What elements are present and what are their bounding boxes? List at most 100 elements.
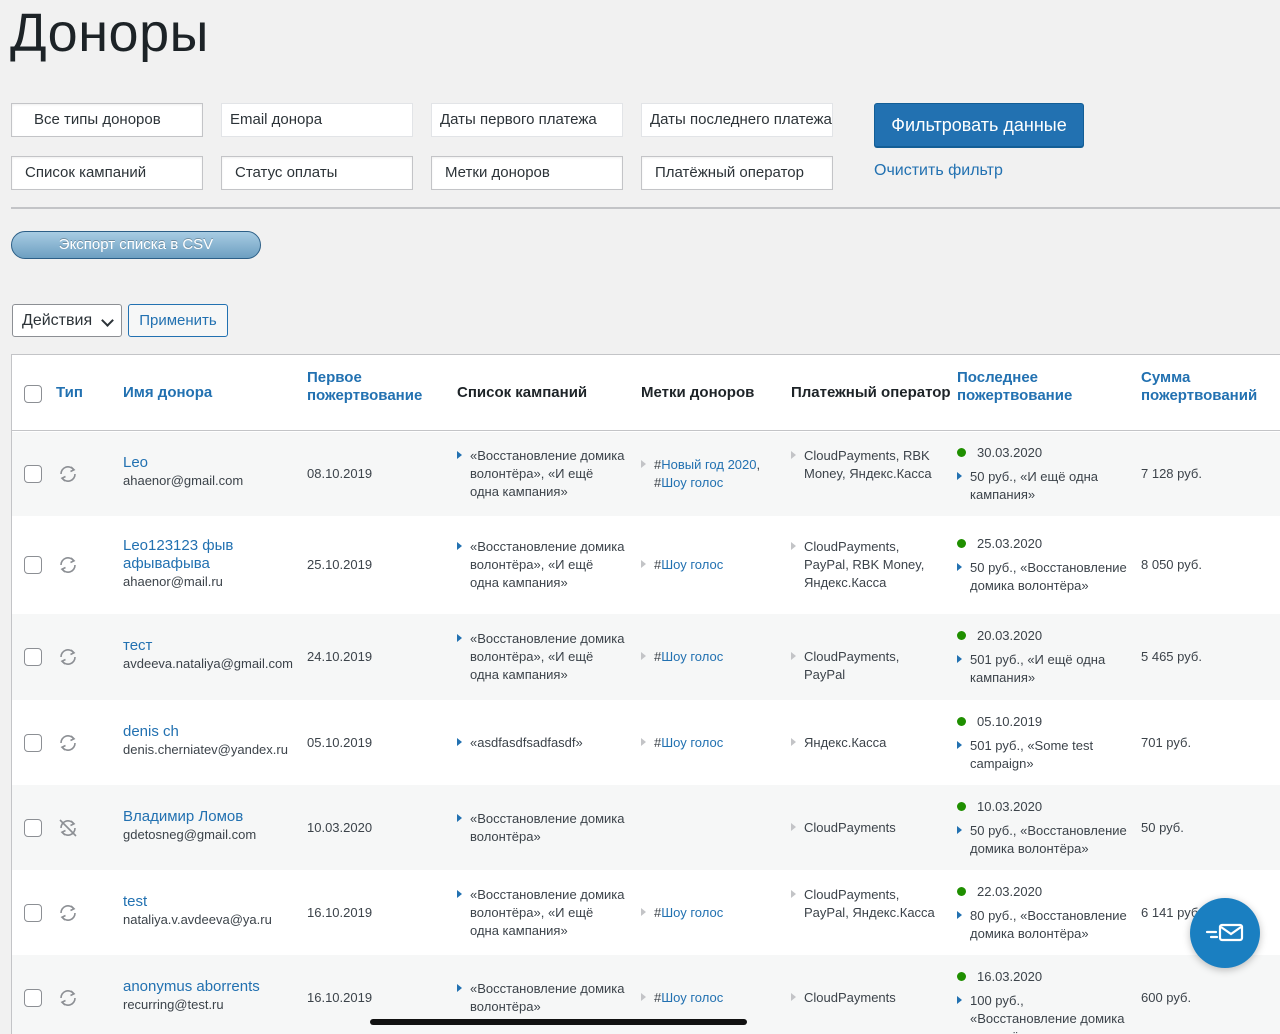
column-first-donation[interactable]: Первое пожертвование	[307, 369, 422, 405]
expand-icon[interactable]	[957, 472, 962, 480]
row-checkbox[interactable]	[24, 465, 42, 483]
filter-data-button[interactable]: Фильтровать данные	[874, 103, 1084, 147]
expand-icon[interactable]	[957, 910, 962, 919]
donor-email: avdeeva.nataliya@gmail.com	[123, 656, 294, 671]
expand-icon	[641, 992, 646, 1001]
column-total[interactable]: Сумма пожертвований	[1141, 369, 1257, 405]
operator-cell: CloudPayments	[791, 989, 941, 1007]
donor-email-field[interactable]: Email донора	[221, 103, 413, 137]
expand-icon[interactable]	[957, 655, 962, 663]
tag-link[interactable]: Шоу голос	[661, 475, 723, 490]
first-payment-dates-field[interactable]: Даты первого платежа	[431, 103, 623, 137]
expand-icon[interactable]	[457, 542, 462, 550]
operator-cell: CloudPayments, RBK Money, Яндекс.Касса	[791, 447, 941, 483]
donor-email: ahaenor@gmail.com	[123, 473, 244, 488]
status-dot	[957, 971, 966, 981]
donor-name-link[interactable]: Владимир Ломов	[123, 808, 293, 826]
row-checkbox[interactable]	[24, 556, 42, 574]
expand-icon	[791, 542, 796, 550]
first-donation-date: 24.10.2019	[307, 649, 373, 664]
expand-icon[interactable]	[457, 634, 462, 642]
last-donation-cell: 20.03.2020 501 руб., «И ещё одна кампания…	[957, 627, 1132, 687]
column-type[interactable]: Тип	[56, 384, 83, 402]
campaigns-cell: «Восстановление домика волонтёра», «И ещ…	[457, 886, 625, 940]
table-row: Владимир Ломов gdetosneg@gmail.com 10.03.2…	[12, 785, 1280, 870]
tag-link[interactable]: Шоу голос	[661, 557, 723, 572]
tag-link[interactable]: Новый год 2020	[661, 457, 756, 472]
mail-send-button[interactable]	[1190, 898, 1260, 968]
expand-icon[interactable]	[957, 563, 962, 571]
donor-name-link[interactable]: Leo	[123, 454, 293, 472]
donor-email: denis.cherniatev@yandex.ru	[123, 741, 288, 757]
clear-filter-link[interactable]: Очистить фильтр	[874, 162, 1003, 180]
donor-name-link[interactable]: anonymus aborrents	[123, 978, 293, 996]
select-all-checkbox[interactable]	[24, 385, 42, 403]
column-last-donation[interactable]: Последнее пожертвование	[957, 369, 1072, 405]
expand-icon	[641, 652, 646, 660]
expand-icon[interactable]	[457, 813, 462, 822]
last-donation-date-line: 05.10.2019	[957, 713, 1132, 731]
last-donation-date: 30.03.2020	[977, 445, 1043, 460]
expand-icon	[791, 737, 796, 746]
status-dot	[957, 716, 966, 726]
apply-button[interactable]: Применить	[128, 304, 228, 337]
recurring-icon	[57, 554, 79, 576]
donor-name-link[interactable]: Leo123123 фыв афывафыва	[123, 537, 293, 573]
row-checkbox[interactable]	[24, 648, 42, 666]
recurring-icon	[57, 646, 79, 668]
tag-link[interactable]: Шоу голос	[661, 735, 723, 750]
expand-icon	[641, 907, 646, 916]
campaigns-select[interactable]: Список кампаний	[11, 156, 203, 190]
operator-text: CloudPayments, PayPal, RBK Money, Яндекс…	[804, 539, 925, 590]
expand-icon[interactable]	[957, 740, 962, 749]
payment-operator-select[interactable]: Платёжный оператор	[641, 156, 833, 190]
campaigns-cell: «Восстановление домика волонтёра», «И ещ…	[457, 447, 625, 501]
column-total-line2: пожертвований	[1141, 387, 1258, 404]
donor-cell: denis ch denis.cherniatev@yandex.ru	[123, 723, 293, 759]
donor-types-select[interactable]: Все типы доноров	[11, 103, 203, 137]
expand-icon	[791, 652, 796, 660]
export-csv-button[interactable]: Экспорт списка в CSV	[11, 231, 261, 259]
donor-name-link[interactable]: тест	[123, 637, 293, 655]
expand-icon	[791, 822, 796, 831]
last-donation-date: 25.03.2020	[977, 536, 1043, 551]
row-checkbox[interactable]	[24, 733, 42, 752]
donor-tags-select[interactable]: Метки доноров	[431, 156, 623, 190]
last-donation-cell: 30.03.2020 50 руб., «И ещё одна кампания»	[957, 444, 1132, 504]
campaigns-cell: «asdfasdfsadfasdf»	[457, 734, 625, 752]
expand-icon[interactable]	[957, 995, 962, 1004]
tag-link[interactable]: Шоу голос	[661, 905, 723, 920]
column-first-donation-line2: пожертвование	[307, 387, 423, 404]
tag-link[interactable]: Шоу голос	[661, 649, 723, 664]
expand-icon[interactable]	[957, 825, 962, 834]
non-recurring-icon	[57, 817, 79, 839]
row-checkbox[interactable]	[24, 818, 42, 837]
column-donor-name[interactable]: Имя донора	[123, 384, 212, 402]
row-checkbox[interactable]	[24, 988, 42, 1007]
last-donation-date: 22.03.2020	[977, 883, 1043, 899]
tag-link[interactable]: Шоу голос	[661, 990, 723, 1005]
donor-name-link[interactable]: test	[123, 893, 293, 911]
last-payment-dates-field[interactable]: Даты последнего платежа	[641, 103, 833, 137]
last-donation-cell: 16.03.2020 100 руб., «Восстановление доми…	[957, 968, 1132, 1034]
bulk-actions-select[interactable]: Действия	[12, 304, 122, 337]
expand-icon	[641, 460, 646, 468]
row-checkbox[interactable]	[24, 903, 42, 922]
donor-cell: test nataliya.v.avdeeva@ya.ru	[123, 893, 293, 929]
donation-total: 7 128 руб.	[1141, 466, 1202, 481]
operator-cell: CloudPayments, PayPal	[791, 648, 941, 684]
last-donation-cell: 10.03.2020 50 руб., «Восстановление домик…	[957, 798, 1132, 858]
expand-icon	[791, 889, 796, 898]
table-row: denis ch denis.cherniatev@yandex.ru 05.10.…	[12, 700, 1280, 785]
expand-icon[interactable]	[457, 737, 462, 746]
expand-icon[interactable]	[457, 889, 462, 898]
donation-total: 701 руб.	[1141, 734, 1192, 750]
payment-status-select[interactable]: Статус оплаты	[221, 156, 413, 190]
expand-icon[interactable]	[457, 983, 462, 992]
first-donation-date: 16.10.2019	[307, 904, 373, 920]
last-donation-detail: 501 руб., «И ещё одна кампания»	[970, 652, 1106, 685]
expand-icon[interactable]	[457, 451, 462, 459]
donor-cell: Leo123123 фыв афывафыва ahaenor@mail.ru	[123, 537, 293, 591]
last-donation-detail-line: 100 руб., «Восстановление домика волонтё…	[957, 992, 1132, 1034]
donor-name-link[interactable]: denis ch	[123, 723, 293, 741]
